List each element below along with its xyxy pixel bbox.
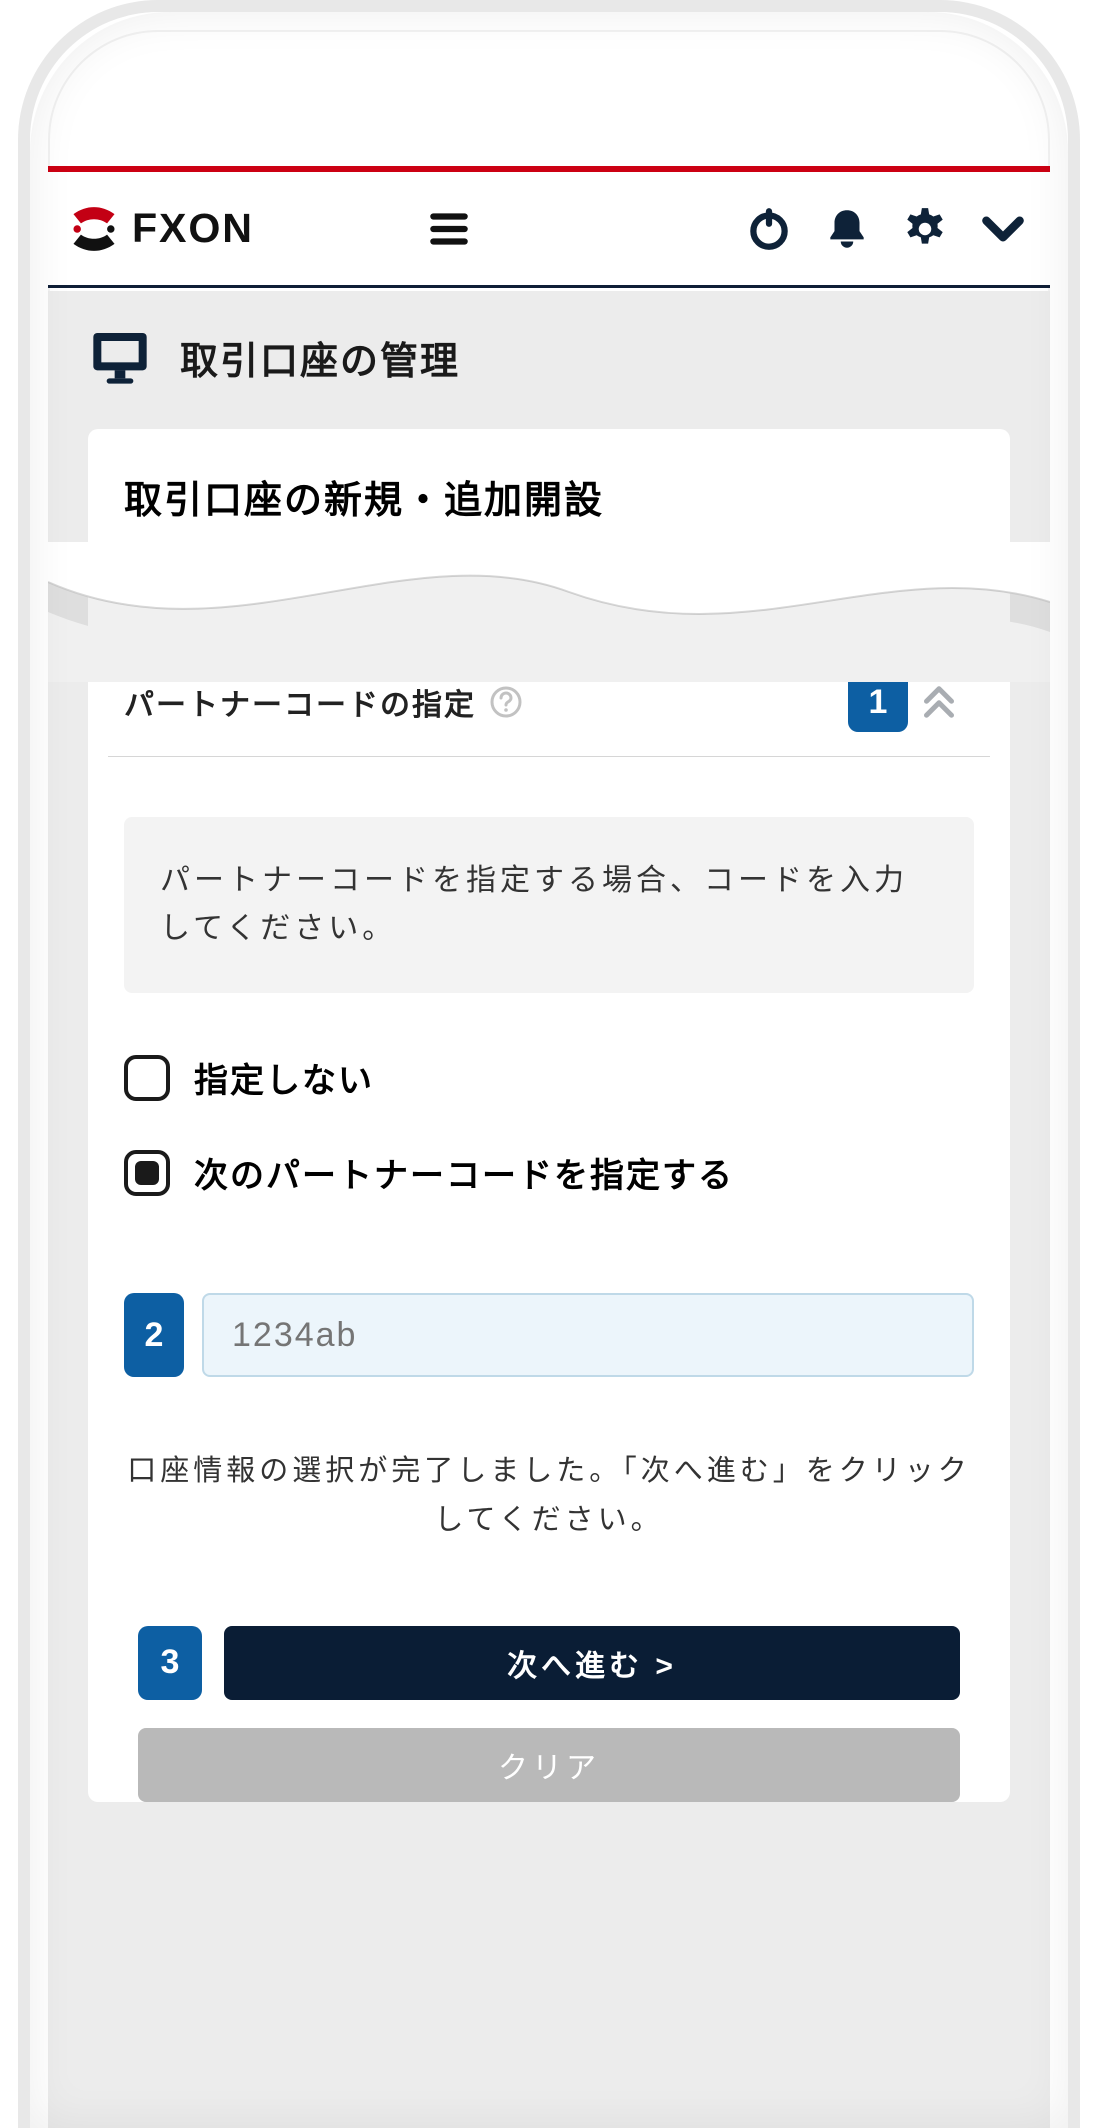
phone-frame: FXON bbox=[18, 0, 1080, 2128]
actions: 3 次へ進む > クリア bbox=[88, 1546, 1010, 1802]
radio-option-specify[interactable]: 次のパートナーコードを指定する bbox=[124, 1148, 974, 1197]
page-title-row: 取引口座の管理 bbox=[48, 291, 1050, 429]
primary-row: 3 次へ進む > bbox=[138, 1626, 960, 1700]
chevron-double-up-icon[interactable] bbox=[924, 686, 954, 718]
screen: FXON bbox=[48, 30, 1050, 2128]
code-input-row: 2 bbox=[88, 1283, 1010, 1377]
brand-logo[interactable]: FXON bbox=[66, 201, 394, 257]
wave-divider bbox=[88, 552, 1010, 672]
card-title: 取引口座の新規・追加開設 bbox=[88, 429, 1010, 552]
clear-button[interactable]: クリア bbox=[138, 1728, 960, 1802]
phone-inner: FXON bbox=[48, 30, 1050, 2128]
radio-label-none: 指定しない bbox=[194, 1053, 374, 1102]
section-label: パートナーコードの指定 bbox=[124, 680, 476, 724]
partner-code-input[interactable] bbox=[202, 1293, 974, 1377]
gear-icon[interactable] bbox=[900, 204, 950, 254]
radio-option-none[interactable]: 指定しない bbox=[124, 1053, 974, 1102]
radio-indicator bbox=[124, 1055, 170, 1101]
step-badge-2: 2 bbox=[124, 1293, 184, 1377]
chevron-down-icon[interactable] bbox=[978, 204, 1028, 254]
brand-mark-icon bbox=[66, 201, 122, 257]
page-title: 取引口座の管理 bbox=[180, 330, 460, 385]
info-box: パートナーコードを指定する場合、コードを入力してください。 bbox=[124, 817, 974, 993]
completion-notice: 口座情報の選択が完了しました。「次へ進む」をクリックしてください。 bbox=[88, 1377, 1010, 1546]
section-header: パートナーコードの指定 1 bbox=[108, 672, 990, 757]
radio-label-specify: 次のパートナーコードを指定する bbox=[194, 1148, 734, 1197]
header-actions bbox=[744, 204, 1028, 254]
menu-icon[interactable] bbox=[424, 204, 474, 254]
brand-wordmark: FXON bbox=[132, 206, 394, 252]
brand-word-text: FXON bbox=[132, 206, 254, 251]
app-header: FXON bbox=[48, 172, 1050, 288]
monitor-icon bbox=[88, 325, 152, 389]
form-card: 取引口座の新規・追加開設 パートナーコードの指定 bbox=[88, 429, 1010, 1802]
page-body: 取引口座の管理 取引口座の新規・追加開設 パートナーコードの指定 bbox=[48, 291, 1050, 2128]
question-circle-icon[interactable] bbox=[490, 686, 522, 718]
bell-icon[interactable] bbox=[822, 204, 872, 254]
radio-indicator bbox=[124, 1150, 170, 1196]
radio-group: 指定しない 次のパートナーコードを指定する bbox=[88, 993, 1010, 1283]
step-badge-3: 3 bbox=[138, 1626, 202, 1700]
next-button[interactable]: 次へ進む > bbox=[224, 1626, 960, 1700]
power-icon[interactable] bbox=[744, 204, 794, 254]
